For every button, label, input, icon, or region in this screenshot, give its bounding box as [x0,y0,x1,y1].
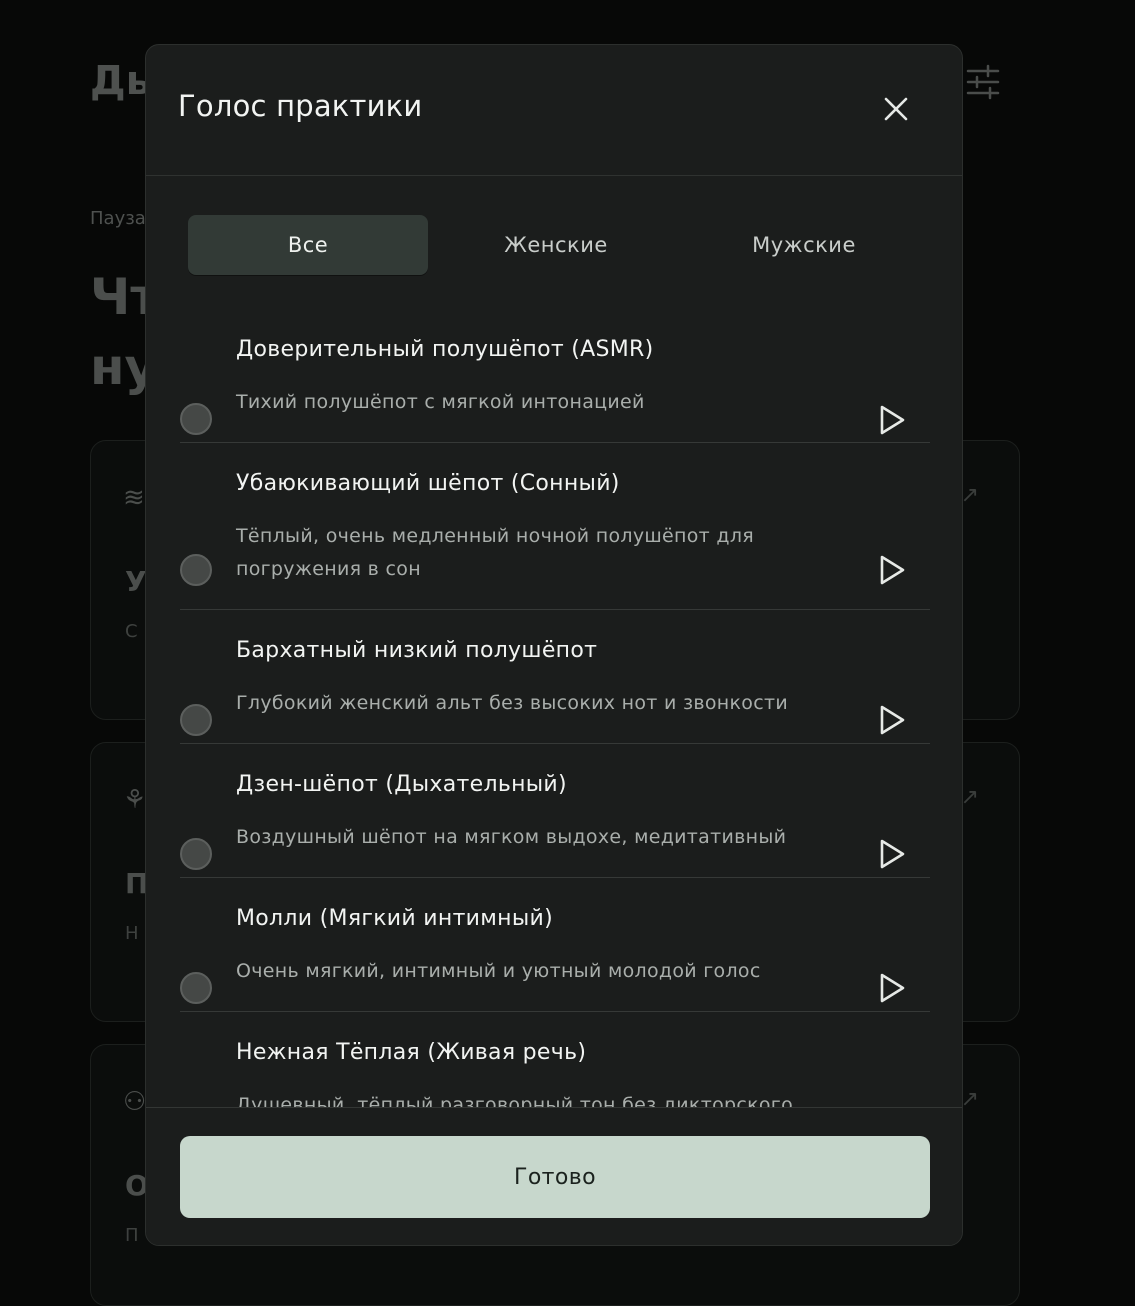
voice-name: Убаюкивающий шёпот (Сонный) [236,471,620,496]
voice-list[interactable]: Доверительный полушёпот (ASMR) Тихий пол… [180,309,930,1107]
voice-filter-tabs: Все Женские Мужские [188,215,932,275]
voice-description: Тихий полушёпот с мягкой интонацией [236,391,645,413]
voice-radio[interactable] [180,704,212,736]
voice-item[interactable]: Нежная Тёплая (Живая речь) Душевный, тёп… [180,1012,930,1107]
voice-radio[interactable] [180,838,212,870]
done-button[interactable]: Готово [180,1136,930,1218]
voice-item[interactable]: Молли (Мягкий интимный) Очень мягкий, ин… [180,878,930,1012]
tab-male[interactable]: Мужские [684,215,924,275]
voice-item[interactable]: Бархатный низкий полушёпот Глубокий женс… [180,610,930,744]
arrow-up-right-icon: ↗ [960,785,979,810]
tab-all[interactable]: Все [188,215,428,275]
voice-description: Очень мягкий, интимный и уютный молодой … [236,960,761,982]
play-icon[interactable] [874,553,908,587]
play-icon[interactable] [874,971,908,1005]
voice-name: Бархатный низкий полушёпот [236,638,598,663]
voice-item[interactable]: Доверительный полушёпот (ASMR) Тихий пол… [180,309,930,443]
waves-icon: ≋ [123,483,145,513]
voice-name: Нежная Тёплая (Живая речь) [236,1040,587,1065]
lotus-icon: ⚘ [123,785,147,815]
voice-radio[interactable] [180,403,212,435]
voice-item[interactable]: Убаюкивающий шёпот (Сонный) Тёплый, очен… [180,443,930,610]
modal-footer: Готово [146,1107,962,1245]
play-icon[interactable] [874,837,908,871]
modal-header: Голос практики [146,45,962,176]
tab-female[interactable]: Женские [436,215,676,275]
voice-name: Дзен-шёпот (Дыхательный) [236,772,567,797]
close-icon [884,97,908,121]
close-button[interactable] [876,89,916,129]
play-icon[interactable] [874,703,908,737]
voice-description: Тёплый, очень медленный ночной полушёпот… [236,525,754,580]
voice-item[interactable]: Дзен-шёпот (Дыхательный) Воздушный шёпот… [180,744,930,878]
voice-picker-modal: Голос практики Все Женские Мужские Довер… [145,44,963,1246]
voice-radio[interactable] [180,972,212,1004]
bg-section-label: Пауза [90,208,146,229]
voice-description: Душевный, тёплый разговорный тон без дик… [236,1094,794,1107]
arrow-up-right-icon: ↗ [960,1087,979,1112]
voice-radio[interactable] [180,554,212,586]
voice-description: Глубокий женский альт без высоких нот и … [236,692,788,714]
voice-name: Доверительный полушёпот (ASMR) [236,337,654,362]
arrow-up-right-icon: ↗ [960,483,979,508]
modal-title: Голос практики [178,89,423,123]
chat-icon: ⚇ [123,1087,147,1117]
sliders-icon [966,64,1000,100]
voice-description: Воздушный шёпот на мягком выдохе, медита… [236,826,787,848]
voice-name: Молли (Мягкий интимный) [236,906,554,931]
play-icon[interactable] [874,403,908,437]
